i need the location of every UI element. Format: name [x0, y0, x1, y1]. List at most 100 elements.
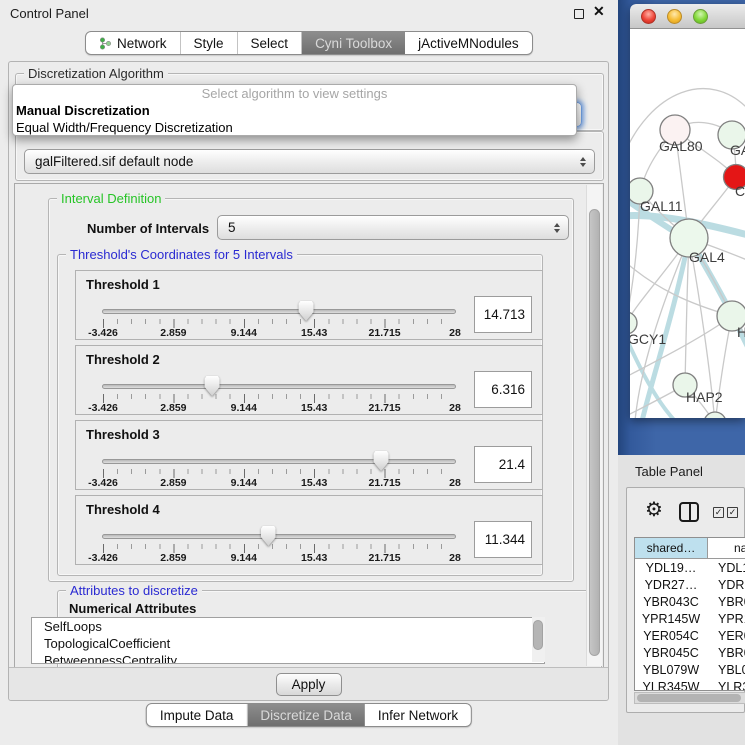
minimize-traffic-light-icon[interactable]: [667, 9, 682, 24]
group-label: Attributes to discretize: [66, 583, 202, 598]
network-view-window[interactable]: GAL80GACGAL11GAL4GCY1HHAP2: [630, 4, 745, 418]
scrollbar-thumb[interactable]: [589, 209, 600, 656]
tick-label: -3.426: [88, 327, 118, 339]
settings-gear-icon[interactable]: ⚙: [645, 500, 663, 520]
algorithm-dropdown-popup: Select algorithm to view settings Manual…: [12, 84, 577, 136]
desktop-background: GAL80GACGAL11GAL4GCY1HHAP2: [618, 0, 745, 455]
threshold-4-slider[interactable]: -3.4262.8599.14415.4321.71528: [102, 534, 456, 539]
table-row[interactable]: YBL079WYBL0: [635, 661, 745, 678]
tick-label: -3.426: [88, 552, 118, 564]
settings-vertical-scrollbar[interactable]: [586, 185, 602, 666]
table-cell: YBR0: [708, 593, 745, 610]
float-window-icon[interactable]: [574, 9, 584, 19]
table-row[interactable]: YER054CYER0: [635, 627, 745, 644]
table-cell: YPR1: [708, 610, 745, 627]
threshold-value-field[interactable]: 14.713: [474, 296, 532, 333]
tick-label: 21.715: [369, 327, 401, 339]
threshold-2-slider[interactable]: -3.4262.8599.14415.4321.71528: [102, 384, 456, 389]
number-of-intervals-combobox[interactable]: 5: [217, 215, 569, 240]
network-window-titlebar[interactable]: [630, 4, 745, 29]
threshold-value-field[interactable]: 11.344: [474, 521, 532, 558]
table-row[interactable]: YPR145WYPR1: [635, 610, 745, 627]
combo-value: 5: [228, 220, 236, 235]
tick-label: 28: [449, 402, 461, 414]
cyni-content-panel: Discretization Algorithm Table Data galF…: [8, 61, 609, 701]
dropdown-item-manual-discretization[interactable]: Manual Discretization: [13, 102, 576, 119]
dropdown-placeholder-item[interactable]: Select algorithm to view settings: [13, 85, 576, 102]
tab-label: Select: [251, 36, 289, 51]
threshold-2-panel: Threshold 2 -3.4262.8599.14415.4321.7152…: [75, 345, 543, 415]
table-panel-body: ⚙ ✓ ✓ shared… na YDL19…YDL1YDR27…YDR2YBR…: [626, 487, 745, 713]
number-of-intervals-label: Number of Intervals: [87, 221, 209, 236]
tick-label: 9.144: [231, 327, 257, 339]
group-label: Threshold's Coordinates for 5 Intervals: [66, 247, 297, 262]
table-row[interactable]: YDL19…YDL1: [635, 559, 745, 576]
threshold-label: Threshold 4: [86, 502, 160, 517]
table-cell: YLR345W: [635, 678, 708, 691]
table-cell: YBR045C: [635, 644, 708, 661]
table-row[interactable]: YBR045CYBR0: [635, 644, 745, 661]
table-data-combobox[interactable]: galFiltered.sif default node: [24, 149, 595, 174]
zoom-traffic-light-icon[interactable]: [693, 9, 708, 24]
tab-label: Cyni Toolbox: [315, 36, 392, 51]
slider-thumb[interactable]: [299, 301, 314, 321]
network-canvas[interactable]: GAL80GACGAL11GAL4GCY1HHAP2: [630, 29, 745, 418]
slider-thumb[interactable]: [261, 526, 276, 546]
node-label: GAL4: [689, 249, 725, 265]
tick-label: 28: [449, 477, 461, 489]
list-item[interactable]: BetweennessCentrality: [32, 652, 544, 664]
threshold-1-slider[interactable]: -3.4262.8599.14415.4321.71528: [102, 309, 456, 314]
tab-style[interactable]: Style: [181, 32, 238, 54]
checkbox-icon[interactable]: ✓: [727, 507, 738, 518]
table-row[interactable]: YDR27…YDR2: [635, 576, 745, 593]
columns-icon[interactable]: [679, 502, 699, 522]
tab-label: Impute Data: [160, 708, 234, 723]
threshold-value-field[interactable]: 6.316: [474, 371, 532, 408]
node-label: HAP2: [686, 389, 723, 405]
table-row[interactable]: YBR043CYBR0: [635, 593, 745, 610]
tab-cyni-toolbox[interactable]: Cyni Toolbox: [302, 32, 405, 54]
scrollbar-thumb[interactable]: [533, 620, 543, 650]
tab-network[interactable]: Network: [86, 32, 181, 54]
attributes-list-scrollbar[interactable]: [532, 617, 545, 662]
tab-impute-data[interactable]: Impute Data: [147, 704, 248, 726]
tab-infer-network[interactable]: Infer Network: [365, 704, 471, 726]
slider-axis-labels: -3.4262.8599.14415.4321.71528: [103, 477, 455, 489]
dropdown-item-equal-width[interactable]: Equal Width/Frequency Discretization: [13, 119, 576, 136]
node-label: GAL80: [659, 138, 703, 154]
slider-axis-labels: -3.4262.8599.14415.4321.71528: [103, 327, 455, 339]
numerical-attributes-list[interactable]: SelfLoopsTopologicalCoefficientBetweenne…: [31, 617, 545, 664]
settings-scrollpane: Interval Definition Number of Intervals …: [14, 183, 604, 668]
threshold-3-slider[interactable]: -3.4262.8599.14415.4321.71528: [102, 459, 456, 464]
tab-jactivemnodules[interactable]: jActiveMNodules: [405, 32, 532, 54]
tab-select[interactable]: Select: [238, 32, 303, 54]
tick-label: 9.144: [231, 552, 257, 564]
table-row[interactable]: YLR345WYLR3: [635, 678, 745, 691]
checkbox-icon[interactable]: ✓: [713, 507, 724, 518]
close-icon[interactable]: ✕: [593, 3, 605, 20]
apply-button[interactable]: Apply: [276, 673, 342, 696]
tick-label: 21.715: [369, 552, 401, 564]
tick-label: 28: [449, 327, 461, 339]
scrollbar-thumb[interactable]: [637, 694, 741, 702]
column-header-name[interactable]: na: [708, 538, 745, 558]
tick-label: 9.144: [231, 477, 257, 489]
list-item[interactable]: TopologicalCoefficient: [32, 635, 544, 652]
slider-thumb[interactable]: [205, 376, 220, 396]
list-item[interactable]: SelfLoops: [32, 618, 544, 635]
tick-label: -3.426: [88, 402, 118, 414]
tick-label: -3.426: [88, 477, 118, 489]
threshold-value-field[interactable]: 21.4: [474, 446, 532, 483]
column-header-shared-name[interactable]: shared…: [635, 538, 708, 558]
slider-thumb[interactable]: [374, 451, 389, 471]
network-graph: GAL80GACGAL11GAL4GCY1HHAP2: [630, 29, 745, 418]
close-traffic-light-icon[interactable]: [641, 9, 656, 24]
tab-label: Style: [194, 36, 224, 51]
node-label: GCY1: [630, 331, 666, 347]
tab-discretize-data[interactable]: Discretize Data: [247, 704, 365, 726]
table-header: shared… na: [635, 538, 745, 559]
table-horizontal-scrollbar[interactable]: [634, 692, 745, 704]
tick-label: 21.715: [369, 477, 401, 489]
tab-label: Discretize Data: [260, 708, 352, 723]
tick-label: 9.144: [231, 402, 257, 414]
